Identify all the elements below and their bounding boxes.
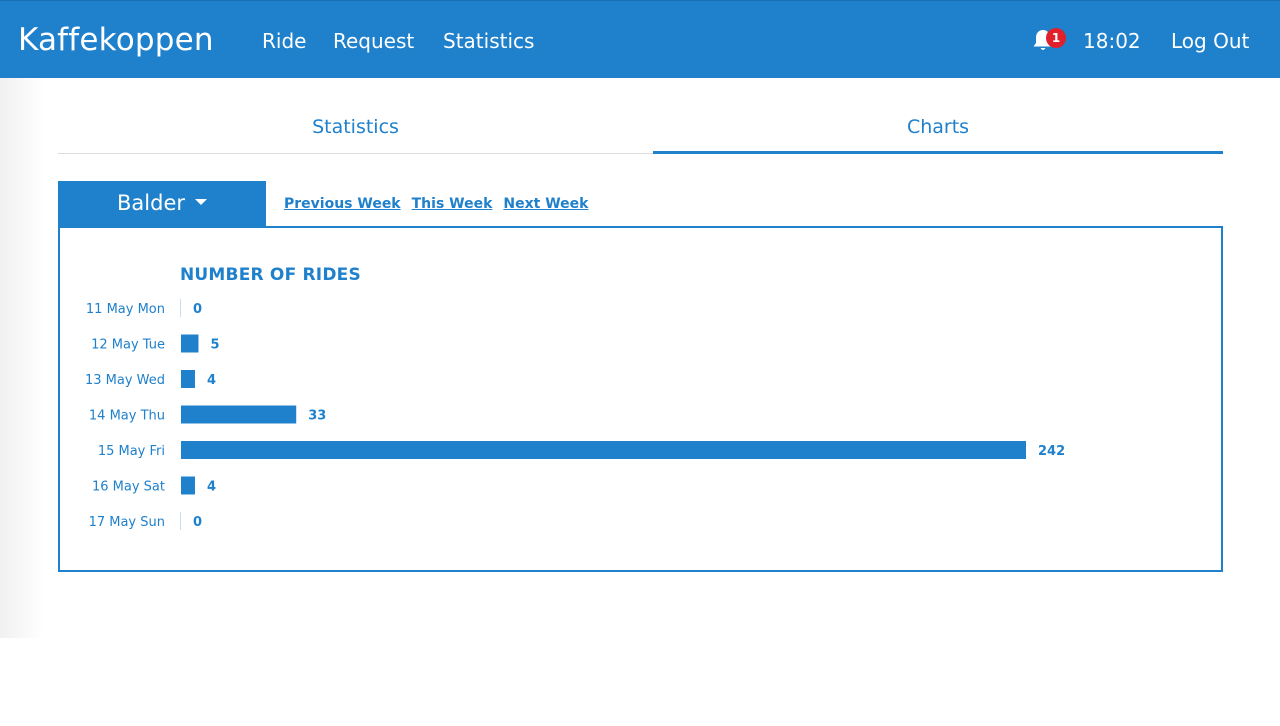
category-label: 14 May Thu — [89, 409, 165, 424]
tab-statistics[interactable]: Statistics — [58, 110, 653, 154]
previous-week-link[interactable]: Previous Week — [284, 196, 401, 212]
bar — [181, 370, 195, 388]
location-dropdown[interactable]: Balder — [58, 181, 266, 227]
value-label: 4 — [207, 480, 216, 495]
category-label: 16 May Sat — [92, 480, 165, 495]
clock: 18:02 — [1083, 29, 1141, 53]
notification-badge: 1 — [1046, 28, 1066, 48]
value-label: 0 — [193, 515, 202, 530]
notifications-button[interactable]: 1 — [1031, 28, 1067, 54]
side-shadow — [0, 78, 44, 638]
next-week-link[interactable]: Next Week — [503, 196, 588, 212]
category-label: 17 May Sun — [89, 515, 165, 530]
chart-title: NUMBER OF RIDES — [180, 265, 361, 285]
bar — [181, 476, 195, 495]
tab-bar: Statistics Charts — [58, 110, 1223, 154]
category-label: 15 May Fri — [98, 444, 165, 459]
logout-button[interactable]: Log Out — [1171, 28, 1249, 54]
tab-charts[interactable]: Charts — [653, 110, 1223, 154]
category-label: 13 May Wed — [85, 373, 165, 388]
top-navbar: Kaffekoppen Ride Request Statistics 1 18… — [0, 0, 1280, 78]
category-label: 11 May Mon — [86, 302, 165, 317]
nav-link-ride[interactable]: Ride — [262, 28, 306, 54]
rides-bar-chart: 11 May Mon 0 12 May Tue 5 13 May Wed 4 14 May … — [85, 299, 1065, 530]
bar — [181, 405, 297, 424]
caret-down-icon — [195, 199, 207, 205]
week-navigation: Previous Week This Week Next Week — [284, 194, 599, 214]
value-label: 0 — [193, 302, 202, 317]
bar — [181, 334, 199, 353]
nav-link-statistics[interactable]: Statistics — [443, 28, 534, 54]
location-dropdown-label: Balder — [117, 191, 185, 215]
value-label: 4 — [207, 373, 216, 388]
app-brand[interactable]: Kaffekoppen — [18, 20, 214, 60]
value-label: 5 — [210, 338, 219, 353]
value-label: 33 — [308, 409, 326, 424]
value-label: 242 — [1038, 444, 1065, 459]
category-label: 12 May Tue — [91, 338, 165, 353]
bar — [181, 441, 1026, 459]
nav-link-request[interactable]: Request — [333, 28, 414, 54]
this-week-link[interactable]: This Week — [412, 196, 493, 212]
